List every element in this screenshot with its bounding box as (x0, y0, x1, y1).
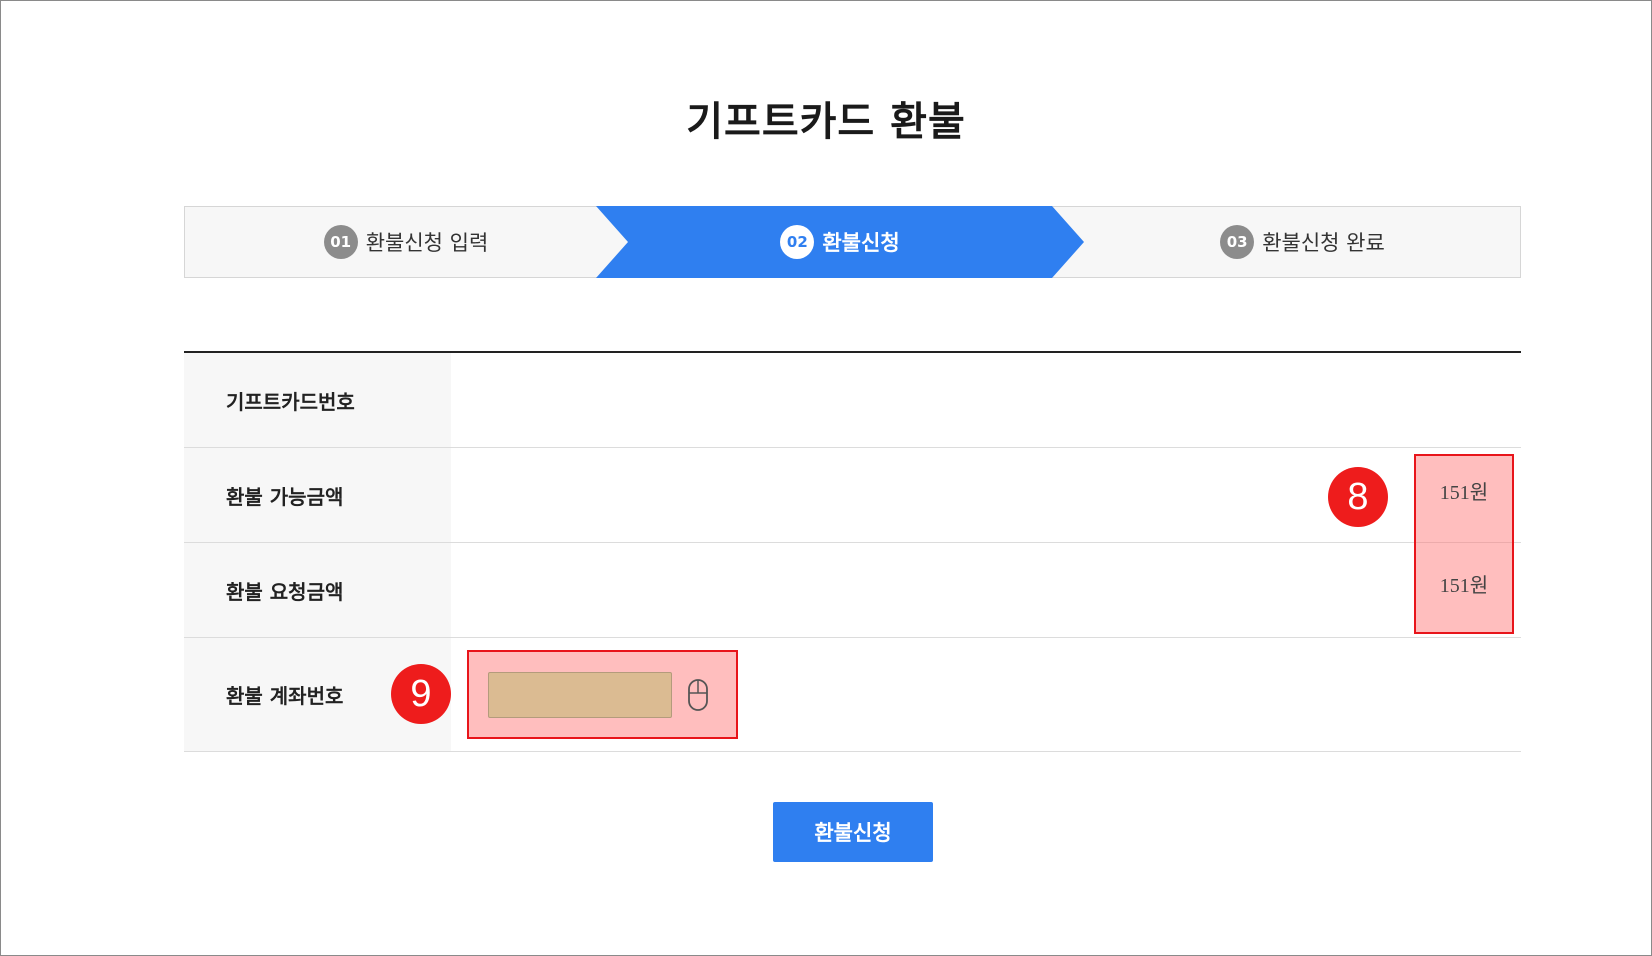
step-3-label: 환불신청 완료 (1262, 231, 1385, 255)
step-3-number: 03 (1220, 225, 1255, 259)
refund-submit-button[interactable]: 환불신청 (773, 802, 933, 862)
progress-stepper: 01 환불신청 입력 02 환불신청 03 환불신청 완료 (184, 206, 1521, 278)
step-1-number: 01 (323, 225, 358, 259)
mouse-icon (688, 679, 708, 711)
table-row: 환불 가능금액 (184, 448, 1521, 543)
requested-amount-cell (451, 543, 1521, 637)
table-row: 기프트카드번호 (184, 353, 1521, 448)
row-label-refundable-amount: 환불 가능금액 (184, 448, 451, 542)
step-1-label: 환불신청 입력 (365, 231, 489, 255)
refund-form-table: 기프트카드번호 환불 가능금액 환불 요청금액 환불 계좌번호 (184, 351, 1521, 752)
account-number-input[interactable] (488, 672, 672, 718)
step-2-label: 환불신청 (822, 231, 900, 255)
step-1: 01 환불신청 입력 (184, 206, 628, 278)
step-2: 02 환불신청 (628, 206, 1052, 278)
row-label-card-number: 기프트카드번호 (184, 353, 451, 447)
page-title: 기프트카드 환불 (686, 99, 966, 145)
annotation-marker-8: 8 (1328, 467, 1388, 527)
annotation-marker-9: 9 (391, 664, 451, 724)
table-row: 환불 계좌번호 (184, 638, 1521, 752)
card-number-value (451, 353, 1521, 447)
table-row: 환불 요청금액 (184, 543, 1521, 638)
page-frame: 기프트카드 환불 01 환불신청 입력 02 환불신청 03 환불신청 완료 기… (0, 0, 1652, 956)
refundable-amount-value: 151원 (1439, 482, 1489, 504)
step-2-number: 02 (780, 225, 815, 259)
requested-amount-value: 151원 (1439, 575, 1489, 597)
row-label-requested-amount: 환불 요청금액 (184, 543, 451, 637)
step-3: 03 환불신청 완료 (1084, 206, 1521, 278)
